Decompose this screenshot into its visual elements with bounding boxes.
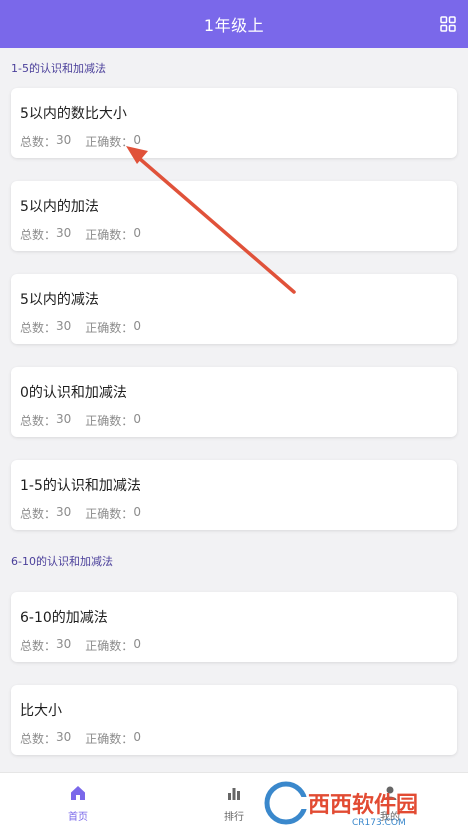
correct-label: 正确数： <box>85 732 134 746</box>
exercise-stats: 总数： 30 正确数： 0 <box>20 637 448 654</box>
exercise-card[interactable]: 6-10的加减法 总数： 30 正确数： 0 <box>11 592 457 662</box>
nav-label: 首页 <box>68 811 88 823</box>
correct-label: 正确数： <box>85 507 134 521</box>
exercise-title: 5以内的加法 <box>20 199 99 215</box>
exercise-title: 比大小 <box>20 703 62 719</box>
correct-label: 正确数： <box>85 321 134 335</box>
correct-value: 0 <box>133 637 141 651</box>
total-value: 30 <box>56 637 72 651</box>
correct-value: 0 <box>133 505 141 519</box>
grid-menu-button[interactable] <box>438 14 458 34</box>
exercise-card[interactable]: 1-5的认识和加减法 总数： 30 正确数： 0 <box>11 460 457 530</box>
correct-value: 0 <box>133 730 141 744</box>
total-label: 总数： <box>20 228 57 242</box>
exercise-title: 5以内的减法 <box>20 292 99 308</box>
exercise-list[interactable]: 1-5的认识和加减法 5以内的数比大小 总数： 30 正确数： 0 5以内的加法 总… <box>0 48 468 772</box>
total-value: 30 <box>56 226 72 240</box>
exercise-stats: 总数： 30 正确数： 0 <box>20 505 448 522</box>
total-value: 30 <box>56 133 72 147</box>
exercise-title: 1-5的认识和加减法 <box>20 478 141 494</box>
exercise-stats: 总数： 30 正确数： 0 <box>20 226 448 243</box>
correct-label: 正确数： <box>85 414 134 428</box>
total-value: 30 <box>56 412 72 426</box>
correct-label: 正确数： <box>85 135 134 149</box>
total-label: 总数： <box>20 135 57 149</box>
correct-value: 0 <box>133 319 141 333</box>
grid-icon <box>440 16 456 32</box>
exercise-title: 6-10的加减法 <box>20 610 108 626</box>
total-label: 总数： <box>20 321 57 335</box>
total-value: 30 <box>56 505 72 519</box>
exercise-stats: 总数： 30 正确数： 0 <box>20 730 448 747</box>
app-root: 1年级上 1-5的认识和加减法 5以内的数比大小 总数： 30 正确数： 0 5以内… <box>0 0 468 832</box>
total-label: 总数： <box>20 507 57 521</box>
correct-value: 0 <box>133 133 141 147</box>
total-label: 总数： <box>20 732 57 746</box>
exercise-stats: 总数： 30 正确数： 0 <box>20 412 448 429</box>
exercise-title: 0的认识和加减法 <box>20 385 127 401</box>
home-icon <box>71 785 85 800</box>
nav-label: 排行 <box>224 811 244 823</box>
exercise-stats: 总数： 30 正确数： 0 <box>20 319 448 336</box>
nav-item-home[interactable]: 首页 <box>0 773 156 832</box>
correct-label: 正确数： <box>85 228 134 242</box>
correct-value: 0 <box>133 412 141 426</box>
exercise-card[interactable]: 5以内的加法 总数： 30 正确数： 0 <box>11 181 457 251</box>
section-header: 6-10的认识和加减法 <box>11 555 113 568</box>
total-value: 30 <box>56 730 72 744</box>
total-value: 30 <box>56 319 72 333</box>
header-bar: 1年级上 <box>0 0 468 48</box>
exercise-title: 5以内的数比大小 <box>20 106 127 122</box>
correct-value: 0 <box>133 226 141 240</box>
watermark-text: 西西软件园 <box>308 792 418 818</box>
exercise-card[interactable]: 5以内的减法 总数： 30 正确数： 0 <box>11 274 457 344</box>
section-header: 1-5的认识和加减法 <box>11 62 106 75</box>
total-label: 总数： <box>20 414 57 428</box>
exercise-stats: 总数： 30 正确数： 0 <box>20 133 448 150</box>
watermark-logo: 西西软件园 CR173.COM <box>264 781 418 828</box>
exercise-card[interactable]: 比大小 总数： 30 正确数： 0 <box>11 685 457 755</box>
total-label: 总数： <box>20 639 57 653</box>
watermark-sub: CR173.COM <box>352 818 406 828</box>
correct-label: 正确数： <box>85 639 134 653</box>
exercise-card[interactable]: 5以内的数比大小 总数： 30 正确数： 0 <box>11 88 457 158</box>
bar-chart-icon <box>228 787 240 800</box>
page-title: 1年级上 <box>203 16 265 35</box>
exercise-card[interactable]: 0的认识和加减法 总数： 30 正确数： 0 <box>11 367 457 437</box>
